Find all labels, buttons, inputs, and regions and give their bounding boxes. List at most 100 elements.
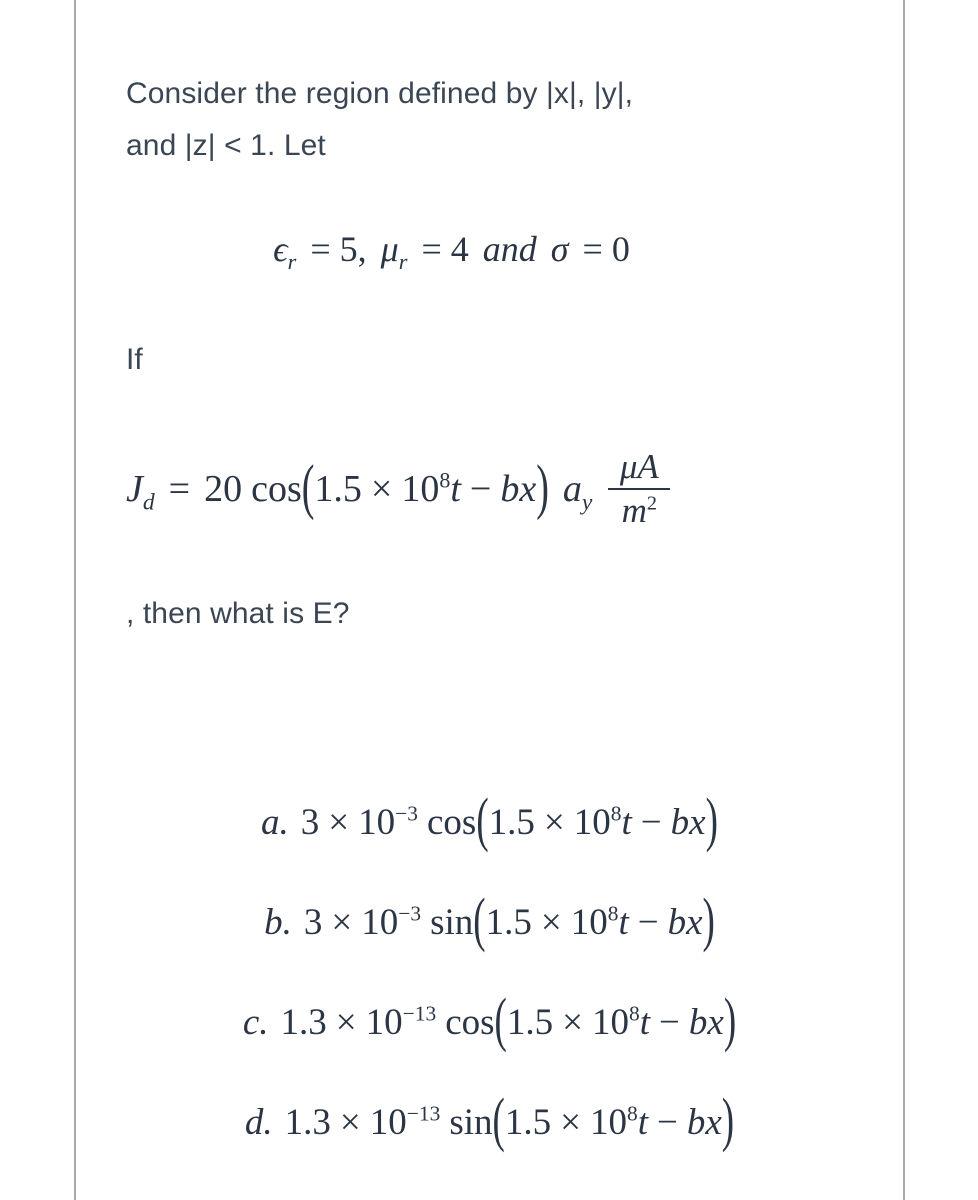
epsilon-value: 5 (339, 229, 358, 269)
mu-equals: = (421, 229, 442, 269)
option-c-mantissa: 1.3 (280, 1001, 327, 1043)
option-b-mantissa: 3 (303, 901, 323, 943)
option-d-base: 10 (369, 1101, 407, 1143)
jd-units-denominator-exponent: 2 (646, 492, 658, 515)
option-c-times: × (335, 1001, 357, 1043)
answer-option-b[interactable]: b. 3 × 10−3 sin ( 1.5 × 108t − bx ) (76, 872, 903, 972)
option-c-arg-times: × (562, 1001, 583, 1043)
option-d-arg-base: 10 (589, 1101, 627, 1143)
option-d-arg-time: t (637, 1101, 648, 1143)
question-line-2: and |z| < 1. Let (126, 129, 326, 162)
option-a-paren-open: ( (476, 787, 489, 854)
option-c-arg-phase: bx (688, 1001, 724, 1043)
option-b-arg-time: t (618, 901, 629, 943)
option-b-arg-base: 10 (570, 901, 608, 943)
jd-equals: = (168, 467, 191, 510)
jd-symbol: J (126, 467, 143, 510)
jd-unit-vector-subscript: y (581, 489, 593, 516)
option-b-arg-exponent: 8 (607, 901, 619, 926)
option-c-label: c. (242, 1001, 269, 1043)
option-b-times: × (331, 901, 353, 943)
mu-symbol: μ (380, 229, 399, 269)
jd-subscript: d (142, 489, 155, 516)
option-b-arg-mantissa: 1.5 (485, 901, 532, 943)
jd-arg-base: 10 (401, 467, 440, 510)
parameters-comma: , (357, 229, 367, 269)
question-line-1: Consider the region defined by |x|, |y|, (126, 77, 634, 110)
option-a-arg-times: × (543, 801, 565, 843)
jd-arg-times: × (370, 467, 393, 510)
option-d-exponent: −13 (406, 1101, 441, 1126)
option-d-arg-minus: − (656, 1101, 678, 1143)
sigma-symbol: σ (550, 229, 569, 269)
option-c-arg-minus: − (659, 1001, 680, 1043)
option-b-paren-open: ( (473, 887, 486, 954)
jd-units-denominator: m (621, 490, 647, 530)
option-c-arg-mantissa: 1.5 (506, 1001, 554, 1043)
option-a-paren-close: ) (705, 787, 718, 854)
option-c-function: cos (445, 1001, 495, 1043)
jd-units-numerator: μA (619, 447, 659, 486)
sigma-equals: = (582, 229, 603, 269)
option-a-base: 10 (358, 801, 396, 843)
sigma-value: 0 (611, 229, 630, 269)
then-question-line: , then what is E? (126, 597, 350, 630)
if-word: If (126, 343, 143, 376)
option-c-base: 10 (365, 1001, 403, 1043)
option-b-paren-close: ) (702, 887, 715, 954)
option-c-arg-exponent: 8 (629, 1001, 640, 1026)
option-c-paren-close: ) (723, 987, 737, 1054)
jd-arg-exponent: 8 (439, 467, 451, 493)
option-c-exponent: −13 (402, 1001, 437, 1026)
option-d-paren-close: ) (721, 1087, 735, 1154)
option-d-mantissa: 1.3 (284, 1101, 331, 1143)
answer-option-d[interactable]: d. 1.3 × 10−13 sin ( 1.5 × 108t − bx ) (76, 1072, 903, 1172)
and-word: and (482, 229, 537, 269)
option-d-function: sin (449, 1101, 493, 1143)
option-a-mantissa: 3 (300, 801, 320, 843)
option-a-arg-mantissa: 1.5 (488, 801, 535, 843)
option-a-exponent: −3 (395, 801, 418, 826)
option-d-label: d. (244, 1101, 273, 1143)
option-b-function: sin (430, 901, 474, 943)
option-a-times: × (328, 801, 350, 843)
jd-paren-open: ( (301, 453, 315, 522)
answer-option-c[interactable]: c. 1.3 × 10−13 cos ( 1.5 × 108t − bx ) (76, 972, 903, 1072)
epsilon-symbol: ϵ (273, 229, 288, 269)
option-a-arg-base: 10 (573, 801, 611, 843)
option-c-arg-base: 10 (592, 1001, 629, 1043)
option-d-arg-exponent: 8 (626, 1101, 638, 1126)
jd-coefficient: 20 (204, 467, 243, 510)
option-b-exponent: −3 (398, 901, 422, 926)
option-a-function: cos (427, 801, 477, 843)
jd-function: cos (251, 467, 302, 510)
question-content: Consider the region defined by |x|, |y|,… (76, 0, 903, 1200)
mu-value: 4 (450, 229, 469, 269)
option-d-arg-mantissa: 1.5 (504, 1101, 552, 1143)
mu-subscript: r (398, 249, 408, 275)
jd-arg-minus: − (469, 467, 492, 510)
option-b-base: 10 (361, 901, 399, 943)
option-a-label: a. (261, 801, 289, 843)
option-b-label: b. (264, 901, 292, 943)
parameters-equation: ϵr = 5, μr = 4 and σ = 0 (76, 228, 903, 273)
jd-arg-time: t (450, 467, 461, 510)
option-a-arg-minus: − (640, 801, 662, 843)
option-a-arg-time: t (621, 801, 632, 843)
jd-unit-vector: a (562, 467, 582, 510)
option-a-arg-exponent: 8 (610, 801, 622, 826)
answer-option-a[interactable]: a. 3 × 10−3 cos ( 1.5 × 108t − bx ) (76, 772, 903, 872)
jd-paren-close: ) (536, 453, 549, 522)
option-d-paren-open: ( (492, 1087, 505, 1154)
jd-arg-phase: bx (500, 467, 537, 510)
option-c-arg-time: t (639, 1001, 651, 1043)
option-a-arg-phase: bx (670, 801, 706, 843)
option-c-paren-open: ( (494, 987, 507, 1054)
epsilon-equals: = (310, 229, 331, 269)
option-d-times: × (339, 1101, 361, 1143)
jd-units-fraction: μA m2 (608, 447, 671, 530)
jd-arg-mantissa: 1.5 (314, 467, 362, 510)
option-d-arg-times: × (560, 1101, 581, 1143)
option-d-arg-phase: bx (686, 1101, 722, 1143)
option-b-arg-times: × (540, 901, 562, 943)
